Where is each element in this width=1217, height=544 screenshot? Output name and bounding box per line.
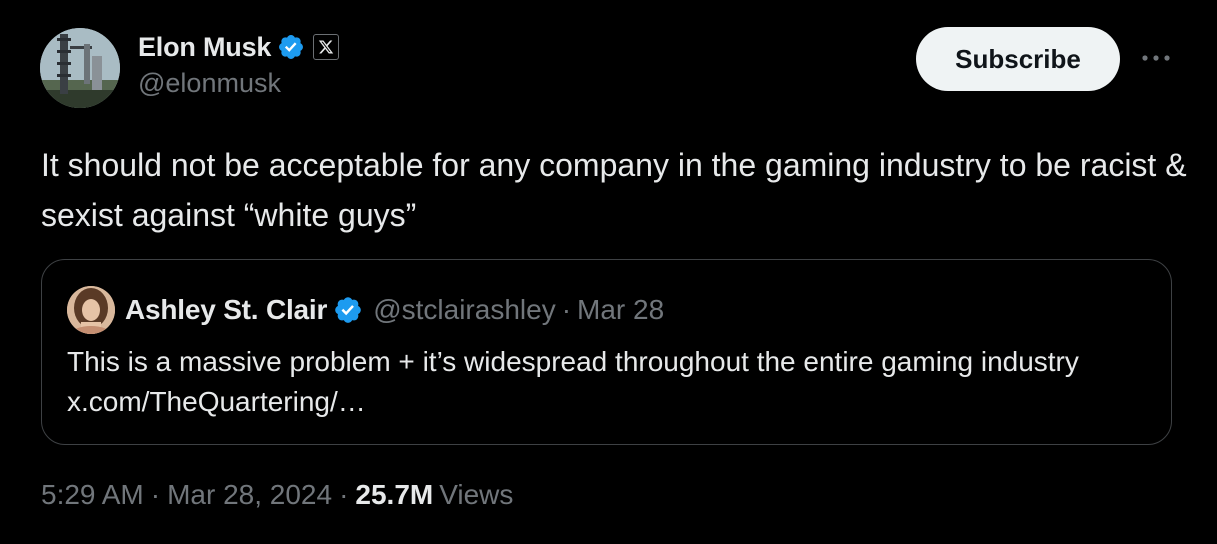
quoted-display-name[interactable]: Ashley St. Clair bbox=[125, 294, 327, 326]
verified-badge-icon[interactable] bbox=[277, 33, 305, 61]
x-logo-icon[interactable] bbox=[313, 34, 340, 60]
quoted-tweet-text: This is a massive problem + it’s widespr… bbox=[67, 346, 1079, 417]
quoted-tweet-header: Ashley St. Clair @stclairashley · Mar 28 bbox=[67, 286, 664, 334]
meta-separator: · bbox=[339, 479, 349, 510]
author-display-name[interactable]: Elon Musk bbox=[138, 32, 271, 63]
more-options-button[interactable] bbox=[1136, 46, 1176, 70]
tweet-time[interactable]: 5:29 AM bbox=[41, 479, 144, 511]
author-name-row: Elon Musk bbox=[138, 28, 340, 66]
views-count[interactable]: 25.7M bbox=[355, 479, 433, 511]
quoted-date[interactable]: Mar 28 bbox=[577, 294, 664, 326]
quoted-handle[interactable]: @stclairashley bbox=[373, 294, 555, 326]
quoted-separator: · bbox=[561, 294, 572, 325]
more-dots-icon bbox=[1142, 55, 1170, 61]
tweet-header: Elon Musk @elonmusk Subscribe bbox=[40, 26, 1180, 110]
author-info: Elon Musk @elonmusk bbox=[138, 28, 340, 99]
subscribe-button[interactable]: Subscribe bbox=[916, 27, 1120, 91]
author-handle[interactable]: @elonmusk bbox=[138, 68, 339, 99]
quoted-tweet[interactable]: Ashley St. Clair @stclairashley · Mar 28… bbox=[41, 259, 1172, 445]
quoted-avatar[interactable] bbox=[67, 286, 115, 334]
tweet-card: Elon Musk @elonmusk Subscribe It should … bbox=[0, 0, 1217, 544]
views-label: Views bbox=[439, 479, 514, 510]
tweet-meta: 5:29 AM · Mar 28, 2024 · 25.7M Views bbox=[41, 479, 513, 511]
meta-separator: · bbox=[150, 479, 161, 510]
avatar[interactable] bbox=[40, 28, 120, 108]
tweet-text: It should not be acceptable for any comp… bbox=[41, 147, 1187, 233]
verified-badge-icon bbox=[333, 295, 363, 325]
tweet-date[interactable]: Mar 28, 2024 bbox=[167, 479, 332, 511]
